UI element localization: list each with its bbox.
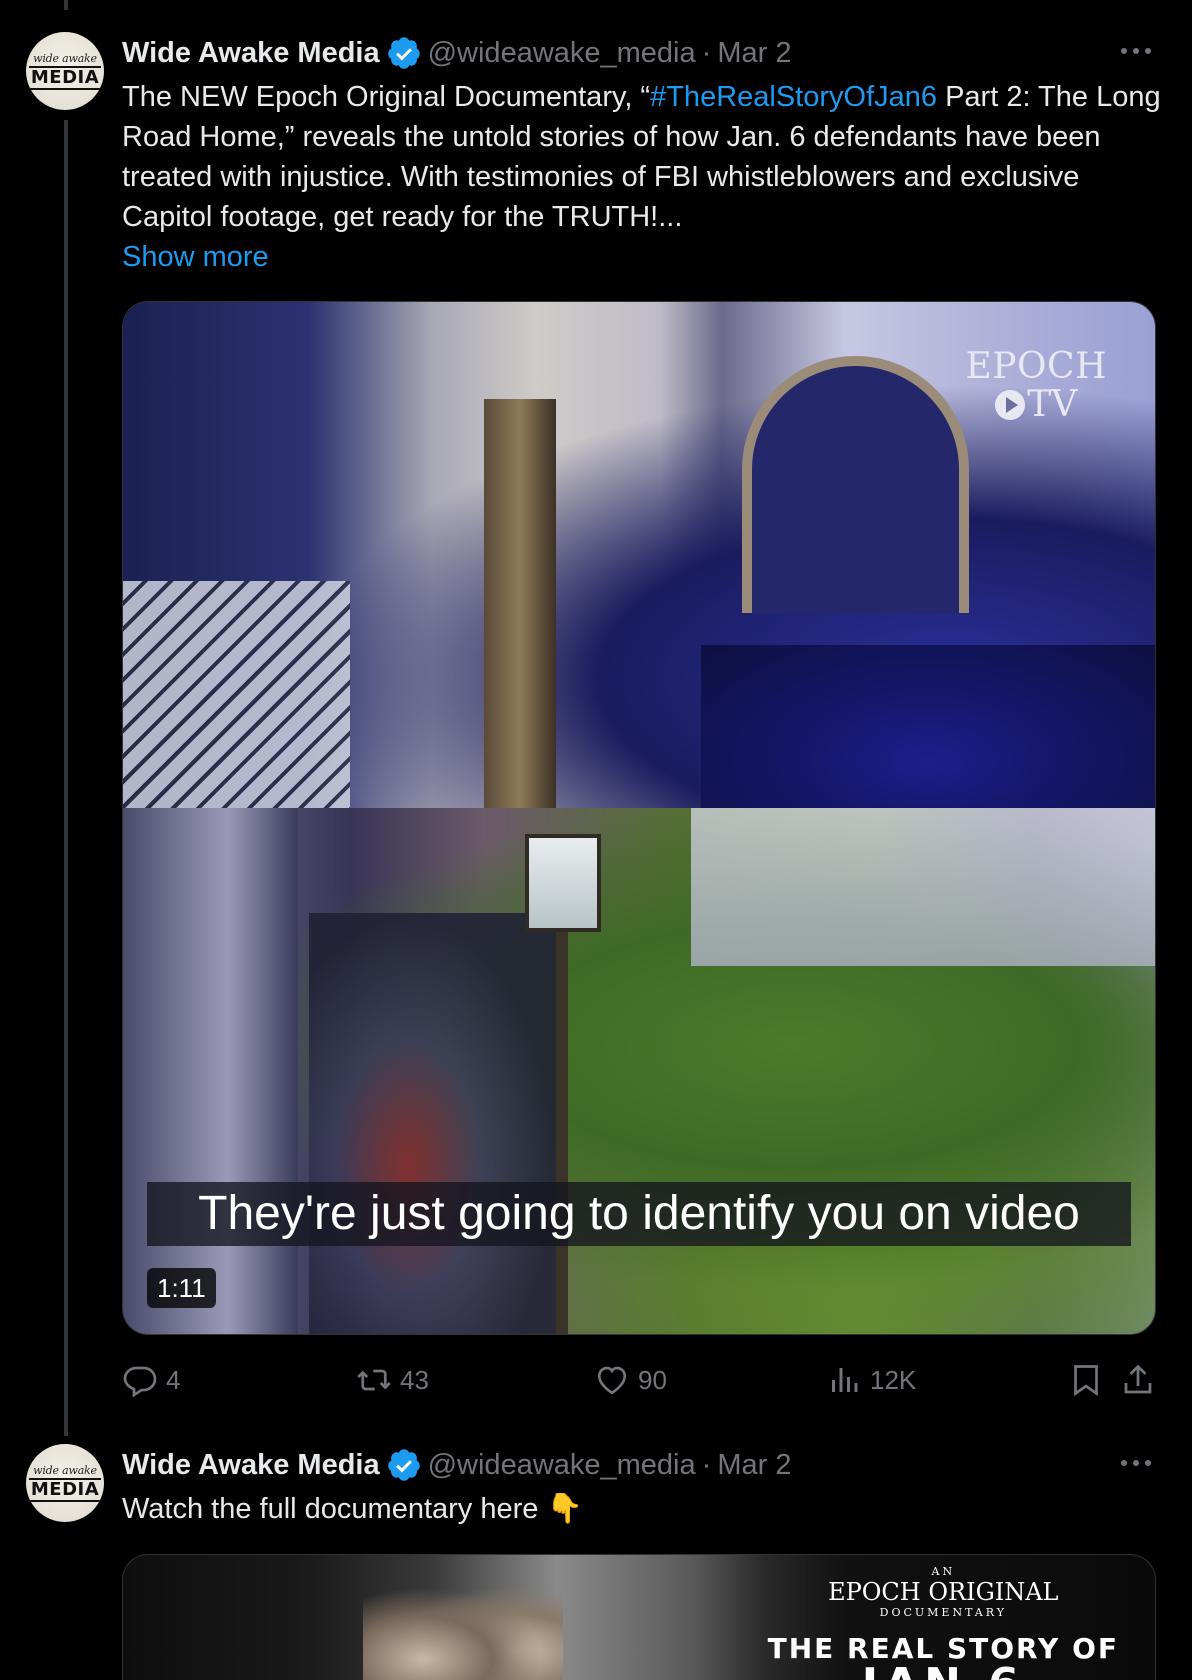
views-button[interactable]: 12K bbox=[826, 1352, 916, 1408]
author-handle[interactable]: @wideawake_media bbox=[428, 1449, 696, 1482]
poster-title-big: JAN 6 bbox=[768, 1663, 1119, 1680]
tweet-text: Watch the full documentary here 👇 bbox=[122, 1489, 1162, 1529]
views-icon bbox=[832, 1368, 858, 1392]
repost-button[interactable]: 43 bbox=[356, 1352, 429, 1408]
avatar-top-text: wide awake bbox=[33, 52, 97, 65]
video-scene-column bbox=[484, 398, 557, 839]
watermark-line1: EPOCH bbox=[965, 346, 1107, 387]
repost-count: 43 bbox=[400, 1364, 429, 1395]
more-options-icon[interactable] bbox=[1118, 1445, 1154, 1481]
watermark-line2: TV bbox=[1027, 384, 1078, 425]
poster-title-block: AN EPOCH ORIGINAL DOCUMENTARY THE REAL S… bbox=[768, 1565, 1119, 1680]
separator-dot: · bbox=[701, 36, 712, 69]
tweet[interactable]: wide awake MEDIA Wide Awake Media @widea… bbox=[0, 1430, 1192, 1680]
pointing-down-emoji: 👇 bbox=[546, 1493, 583, 1525]
reply-button[interactable]: 4 bbox=[122, 1352, 180, 1408]
reply-icon bbox=[123, 1366, 157, 1398]
watermark-line2-row: TV bbox=[966, 386, 1107, 424]
verified-badge-icon[interactable] bbox=[386, 1447, 422, 1483]
tweet-header: Wide Awake Media @wideawake_media · Mar … bbox=[122, 33, 791, 73]
tweet-text: The NEW Epoch Original Documentary, “#Th… bbox=[122, 77, 1162, 277]
video-scene-sky bbox=[690, 807, 1155, 966]
video-subtitle: They're just going to identify you on vi… bbox=[147, 1182, 1131, 1246]
video-scene-people bbox=[308, 912, 557, 1334]
verified-badge-icon[interactable] bbox=[386, 35, 422, 71]
documentary-poster-card[interactable]: AN EPOCH ORIGINAL DOCUMENTARY THE REAL S… bbox=[122, 1554, 1156, 1680]
bookmark-icon bbox=[1074, 1365, 1098, 1397]
video-player[interactable]: EPOCH TV They're just going to identify … bbox=[122, 301, 1156, 1335]
video-frame-bottom bbox=[123, 807, 1155, 1334]
separator-dot: · bbox=[701, 1448, 712, 1481]
tweet-date[interactable]: Mar 2 bbox=[717, 1449, 791, 1482]
like-button[interactable]: 90 bbox=[594, 1352, 667, 1408]
repost-icon bbox=[357, 1369, 391, 1391]
share-icon bbox=[1124, 1364, 1152, 1394]
tweet-text-part: The NEW Epoch Original Documentary, “ bbox=[122, 81, 651, 113]
video-duration-badge: 1:11 bbox=[147, 1268, 216, 1308]
avatar-top-text: wide awake bbox=[33, 1464, 97, 1477]
reply-count: 4 bbox=[166, 1364, 181, 1395]
video-scene-floor bbox=[123, 581, 351, 839]
play-icon bbox=[995, 390, 1026, 420]
tweet-text-part: Watch the full documentary here bbox=[122, 1493, 539, 1525]
avatar-bottom-text: MEDIA bbox=[28, 66, 102, 90]
avatar[interactable]: wide awake MEDIA bbox=[26, 1444, 104, 1522]
video-scene-lamp bbox=[525, 833, 602, 932]
show-more-link[interactable]: Show more bbox=[122, 241, 269, 273]
author-handle[interactable]: @wideawake_media bbox=[428, 37, 696, 70]
epoch-tv-watermark: EPOCH TV bbox=[966, 348, 1107, 424]
video-scene-wall bbox=[123, 807, 299, 1334]
poster-line-epoch: EPOCH ORIGINAL bbox=[828, 1578, 1059, 1606]
poster-image bbox=[363, 1575, 563, 1680]
views-count: 12K bbox=[870, 1364, 917, 1395]
author-name[interactable]: Wide Awake Media bbox=[122, 1449, 380, 1482]
tweet-actions: 4 43 90 12K bbox=[122, 1352, 1162, 1408]
tweet-header: Wide Awake Media @wideawake_media · Mar … bbox=[122, 1445, 791, 1485]
like-icon bbox=[597, 1366, 627, 1395]
poster-line-documentary: DOCUMENTARY bbox=[879, 1606, 1007, 1619]
more-options-icon[interactable] bbox=[1118, 33, 1154, 69]
video-scene-lamp-post bbox=[556, 881, 569, 1334]
avatar[interactable]: wide awake MEDIA bbox=[26, 32, 104, 110]
avatar-bottom-text: MEDIA bbox=[28, 1478, 102, 1502]
like-count: 90 bbox=[638, 1364, 667, 1395]
share-button[interactable] bbox=[1120, 1352, 1156, 1408]
tweet[interactable]: wide awake MEDIA Wide Awake Media @widea… bbox=[0, 0, 1192, 1430]
hashtag-link[interactable]: #TheRealStoryOfJan6 bbox=[650, 81, 937, 113]
author-name[interactable]: Wide Awake Media bbox=[122, 37, 380, 70]
bookmark-button[interactable] bbox=[1068, 1352, 1104, 1408]
video-scene-arch bbox=[742, 355, 970, 614]
tweet-date[interactable]: Mar 2 bbox=[717, 37, 791, 70]
poster-line-an: AN bbox=[931, 1565, 956, 1578]
